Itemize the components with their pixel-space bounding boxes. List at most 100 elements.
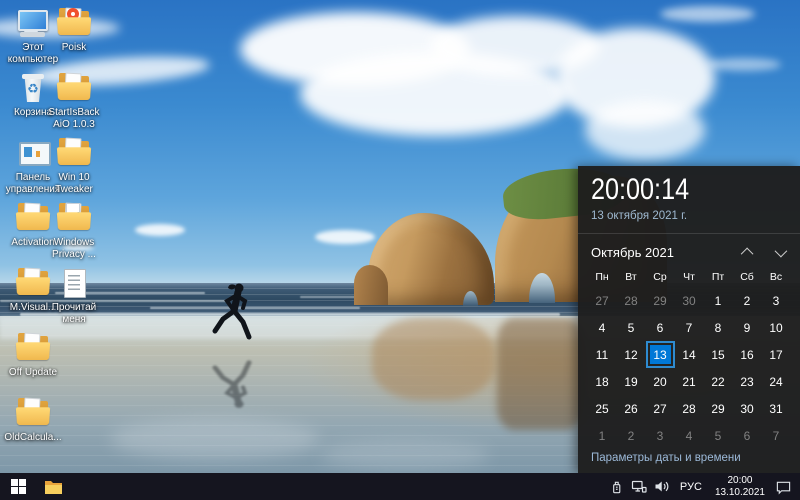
rock-reflection [497,318,583,430]
calendar-grid: ПнВтСрЧтПтСбВс27282930123456789101112131… [578,262,800,449]
calendar-day[interactable]: 5 [617,314,646,341]
weekday-label: Вт [617,266,646,287]
calendar-day[interactable]: 30 [733,395,762,422]
calendar-month-label[interactable]: Октябрь 2021 [591,245,722,260]
folder-icon [44,478,63,495]
taskbar: РУС 20:00 13.10.2021 [0,473,800,500]
calendar-day[interactable]: 28 [617,287,646,314]
desktop-icon-label: StartIsBack AiO 1.0.3 [42,107,106,131]
runner-silhouette [212,280,260,348]
calendar-day[interactable]: 30 [675,287,704,314]
calendar-day[interactable]: 6 [646,314,675,341]
calendar-day[interactable]: 31 [762,395,791,422]
desktop-icon-label: Прочитай меня [42,302,106,326]
desktop-icon-label: Windows Privacy ... [42,237,106,261]
folder-icon [56,136,92,170]
calendar-day[interactable]: 15 [704,341,733,368]
calendar-day[interactable]: 27 [588,287,617,314]
desktop-icon-label: OldCalcula... [1,432,65,444]
folder-doc-icon [56,201,92,235]
calendar-day[interactable]: 8 [704,314,733,341]
folder-icon [15,396,51,430]
usb-icon[interactable] [609,479,624,495]
flyout-date: 13 октября 2021 г. [591,210,800,222]
desktop-icons: Этот компьютерPoisk♻КорзинаStartIsBack A… [0,0,120,473]
desktop-icon-startisback[interactable]: StartIsBack AiO 1.0.3 [42,71,106,131]
calendar-day[interactable]: 7 [675,314,704,341]
weekday-label: Чт [675,266,704,287]
calendar-month-row: Октябрь 2021 [578,234,800,262]
calendar-day[interactable]: 10 [762,314,791,341]
date-time-settings-link[interactable]: Параметры даты и времени [591,452,741,464]
flyout-time: 20:00:14 [591,173,767,207]
cloud [660,6,755,22]
weekday-label: Сб [733,266,762,287]
desktop-icon-oldcalculator[interactable]: OldCalcula... [1,396,65,444]
calendar-day[interactable]: 20 [646,368,675,395]
weekday-label: Вс [762,266,791,287]
calendar-day[interactable]: 4 [675,422,704,449]
taskbar-date: 13.10.2021 [715,487,765,499]
folder-logo-icon [56,6,92,40]
calendar-day[interactable]: 28 [675,395,704,422]
calendar-day[interactable]: 19 [617,368,646,395]
folder-icon [15,331,51,365]
calendar-day[interactable]: 11 [588,341,617,368]
clock-calendar-flyout: 20:00:14 13 октября 2021 г. Октябрь 2021… [578,166,800,473]
calendar-day[interactable]: 1 [588,422,617,449]
calendar-day[interactable]: 18 [588,368,617,395]
calendar-day[interactable]: 2 [733,287,762,314]
cloud-reflection [110,418,320,460]
desktop-icon-off-update[interactable]: Off Update [1,331,65,379]
desktop-icon-win10-tweaker[interactable]: Win 10 Tweaker [42,136,106,196]
calendar-day[interactable]: 16 [733,341,762,368]
rock-reflection [372,318,494,400]
system-tray: РУС 20:00 13.10.2021 [609,475,800,498]
desktop: Этот компьютерPoisk♻КорзинаStartIsBack A… [0,0,800,500]
calendar-day[interactable]: 12 [617,341,646,368]
action-center-icon[interactable] [775,479,792,495]
network-icon[interactable] [631,479,647,494]
chevron-up-icon[interactable] [741,248,754,261]
desktop-icon-windows-privacy[interactable]: Windows Privacy ... [42,201,106,261]
desktop-icon-label: Poisk [42,42,106,54]
taskbar-clock[interactable]: 20:00 13.10.2021 [712,475,768,498]
document-icon [56,266,92,300]
language-indicator[interactable]: РУС [677,481,705,493]
cloud [706,58,781,71]
desktop-icon-readme[interactable]: Прочитай меня [42,266,106,326]
calendar-day[interactable]: 5 [704,422,733,449]
cloud [135,224,185,236]
calendar-day[interactable]: 6 [733,422,762,449]
calendar-day[interactable]: 2 [617,422,646,449]
calendar-day[interactable]: 26 [617,395,646,422]
calendar-day[interactable]: 24 [762,368,791,395]
cloud [315,230,375,244]
calendar-day[interactable]: 25 [588,395,617,422]
calendar-day[interactable]: 7 [762,422,791,449]
desktop-icon-label: Off Update [1,367,65,379]
calendar-day[interactable]: 1 [704,287,733,314]
calendar-day[interactable]: 27 [646,395,675,422]
windows-logo-icon [11,479,26,494]
calendar-day[interactable]: 4 [588,314,617,341]
calendar-day[interactable]: 29 [704,395,733,422]
calendar-day[interactable]: 3 [762,287,791,314]
calendar-day[interactable]: 29 [646,287,675,314]
calendar-day[interactable]: 9 [733,314,762,341]
volume-icon[interactable] [654,479,670,494]
calendar-day[interactable]: 23 [733,368,762,395]
calendar-day[interactable]: 3 [646,422,675,449]
start-button[interactable] [0,473,36,500]
calendar-day[interactable]: 21 [675,368,704,395]
taskbar-time: 20:00 [715,475,765,487]
calendar-day-selected[interactable]: 13 [646,341,675,368]
chevron-down-icon[interactable] [775,245,788,258]
desktop-icon-poisk[interactable]: Poisk [42,6,106,54]
file-explorer-button[interactable] [36,473,70,500]
runner-reflection [212,353,260,411]
calendar-day[interactable]: 22 [704,368,733,395]
calendar-day[interactable]: 14 [675,341,704,368]
weekday-label: Пн [588,266,617,287]
calendar-day[interactable]: 17 [762,341,791,368]
